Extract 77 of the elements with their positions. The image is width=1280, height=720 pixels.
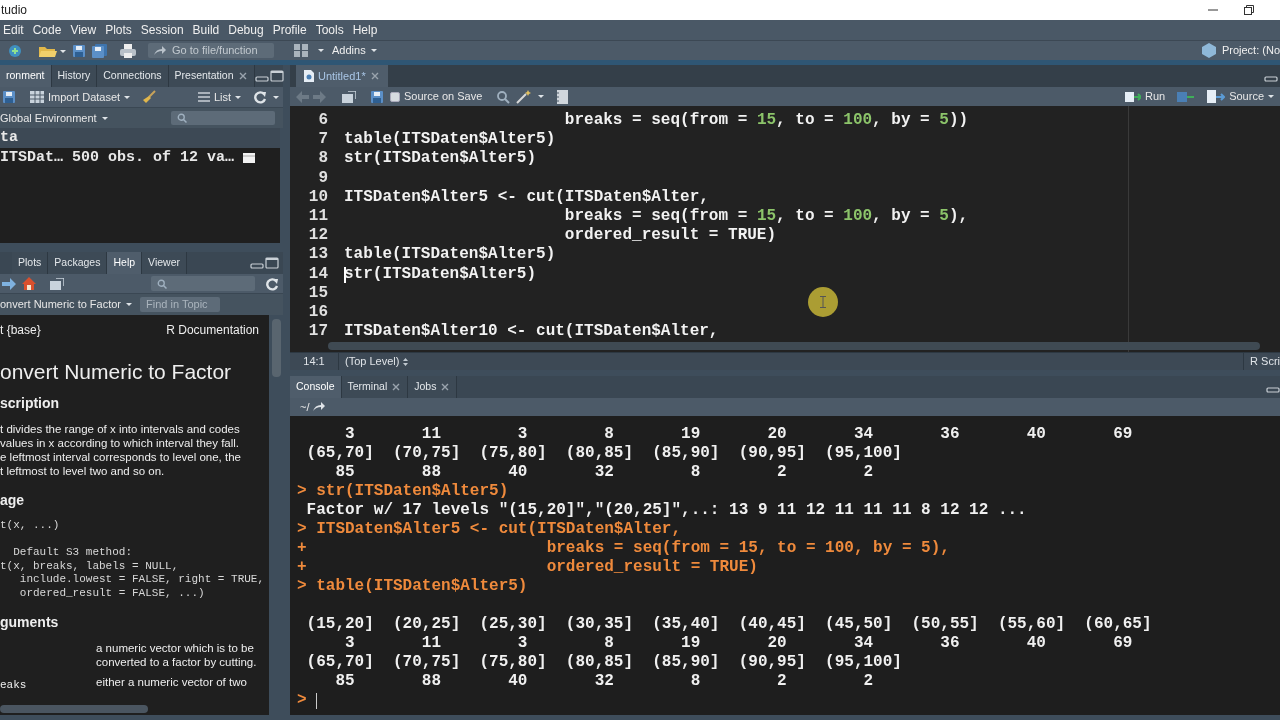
code-line: str(ITSDaten$Alter5) bbox=[344, 149, 537, 169]
line-number: 14 bbox=[307, 264, 328, 284]
window-title: tudio bbox=[0, 2, 28, 19]
console-output: 3 11 3 8 19 20 34 36 40 69 bbox=[344, 634, 1133, 652]
pane-tab[interactable]: ronment bbox=[0, 65, 52, 87]
file-type-menu[interactable]: R Scri bbox=[1243, 353, 1280, 370]
code-line: ITSDaten$Alter10 <- cut(ITSDaten$Alter, bbox=[344, 322, 719, 342]
line-number: 6 bbox=[317, 111, 328, 131]
menu-item[interactable]: Debug bbox=[225, 21, 267, 39]
code-line: ITSDaten$Alter5 <- cut(ITSDaten$Alter, bbox=[344, 187, 709, 207]
source-on-save-checkbox[interactable]: Source on Save bbox=[390, 88, 483, 105]
section-heading: guments bbox=[0, 613, 60, 632]
topic-menu[interactable]: onvert Numeric to Factor bbox=[0, 296, 133, 313]
find-in-topic-field[interactable]: Find in Topic bbox=[140, 297, 221, 312]
package-label: t {base} bbox=[0, 322, 41, 339]
section-heading: scription bbox=[0, 394, 61, 413]
console-command: + breaks = seq(from = 15, to = 100, by = 5), bbox=[297, 539, 950, 557]
source-button[interactable]: Source bbox=[1207, 88, 1274, 105]
console-prompt: > bbox=[297, 691, 307, 710]
code-line: table(ITSDaten$Alter5) bbox=[344, 245, 556, 265]
console-command: > table(ITSDaten$Alter5) bbox=[297, 577, 528, 595]
argument-name: eaks bbox=[0, 679, 27, 691]
console-output: 85 88 40 32 8 2 2 bbox=[334, 672, 874, 690]
pane-tab[interactable]: Console bbox=[290, 376, 342, 398]
code-line: str(ITSDaten$Alter5) bbox=[344, 264, 537, 284]
variable-name: ITSDat… bbox=[0, 147, 63, 168]
line-number: 11 bbox=[307, 206, 328, 227]
console-command: + ordered_result = TRUE) bbox=[297, 558, 758, 576]
description-text: t divides the range of x into intervals and codes values in x according to which interval they fall. e leftmost interval corresponds to level one, the t leftmost to level two and so on. bbox=[0, 422, 242, 478]
menu-item[interactable]: Tools bbox=[312, 21, 347, 39]
documentation-label: R Documentation bbox=[166, 322, 259, 339]
console-output: 85 88 40 32 8 2 2 bbox=[334, 463, 874, 481]
menu-item[interactable]: Profile bbox=[269, 21, 310, 39]
line-number: 7 bbox=[317, 130, 328, 150]
working-directory: ~/ bbox=[300, 399, 310, 415]
help-title: onvert Numeric to Factor bbox=[0, 359, 233, 385]
argument-description: either a numeric vector of two bbox=[96, 675, 248, 690]
code-line: breaks = seq(from = 15, to = 100, by = 5), bbox=[563, 206, 969, 227]
console-output: (15,20] (20,25] (25,30] (30,35] (35,40] (40,45] (45,50] (50,55] (55,60] (60,65] bbox=[305, 615, 1152, 633]
console-output: 3 11 3 8 19 20 34 36 40 69 bbox=[344, 425, 1133, 443]
line-number: 10 bbox=[307, 187, 328, 207]
line-number: 17 bbox=[307, 322, 328, 342]
menu-item[interactable]: Plots bbox=[102, 21, 135, 39]
console-output: (65,70] (70,75] (75,80] (80,85] (85,90] (90,95] (95,100] bbox=[305, 653, 902, 671]
variable-value: 500 obs. of 12 va… bbox=[72, 147, 235, 168]
line-number: 12 bbox=[307, 226, 328, 246]
line-number: 8 bbox=[317, 149, 328, 169]
menu-item[interactable]: Help bbox=[349, 21, 381, 39]
menu-item[interactable]: View bbox=[67, 21, 100, 39]
menu-item[interactable]: Edit bbox=[0, 21, 27, 39]
line-number: 9 bbox=[317, 168, 328, 188]
code-line: ordered_result = TRUE) bbox=[563, 226, 777, 246]
console-output: (65,70] (70,75] (75,80] (80,85] (85,90] (90,95] (95,100] bbox=[305, 444, 902, 462]
scope-menu[interactable]: (Top Level) bbox=[338, 353, 409, 370]
usage-code: t(x, ...) Default S3 method: t(x, breaks, labels = NULL, include.lowest = FALSE, right = TRUE, ordered_result = FALSE, ...) bbox=[0, 519, 266, 600]
project-menu[interactable]: Project: (No bbox=[1221, 42, 1280, 59]
line-number: 15 bbox=[307, 283, 328, 303]
console-output: Factor w/ 17 levels "(15,20]","(20,25]",..: 13 9 11 12 11 11 11 8 12 12 ... bbox=[305, 501, 1027, 519]
line-number: 13 bbox=[307, 245, 328, 265]
import-dataset-button[interactable]: Import Dataset bbox=[30, 88, 131, 106]
menu-item[interactable]: Build bbox=[189, 21, 223, 39]
console-command: > str(ITSDaten$Alter5) bbox=[297, 482, 509, 500]
cursor-position: 14:1 bbox=[302, 354, 326, 370]
pane-tab[interactable]: Help bbox=[107, 252, 143, 274]
menu-item[interactable]: Code bbox=[29, 21, 65, 39]
addins-menu[interactable]: Addins bbox=[332, 42, 377, 59]
console-command: > ITSDaten$Alter5 <- cut(ITSDaten$Alter, bbox=[297, 520, 682, 538]
code-line: table(ITSDaten$Alter5) bbox=[344, 130, 556, 150]
argument-description: a numeric vector which is to be converted to a factor by cutting. bbox=[96, 641, 258, 669]
line-number: 16 bbox=[307, 302, 328, 323]
section-heading: age bbox=[0, 491, 26, 510]
run-button[interactable]: Run bbox=[1124, 88, 1166, 105]
list-view-button[interactable]: List bbox=[197, 88, 241, 106]
code-line: breaks = seq(from = 15, to = 100, by = 5)) bbox=[563, 111, 969, 131]
menu-item[interactable]: Session bbox=[137, 21, 187, 39]
section-header: ta bbox=[0, 128, 280, 148]
editor-tab[interactable]: Untitled1* bbox=[296, 65, 388, 87]
